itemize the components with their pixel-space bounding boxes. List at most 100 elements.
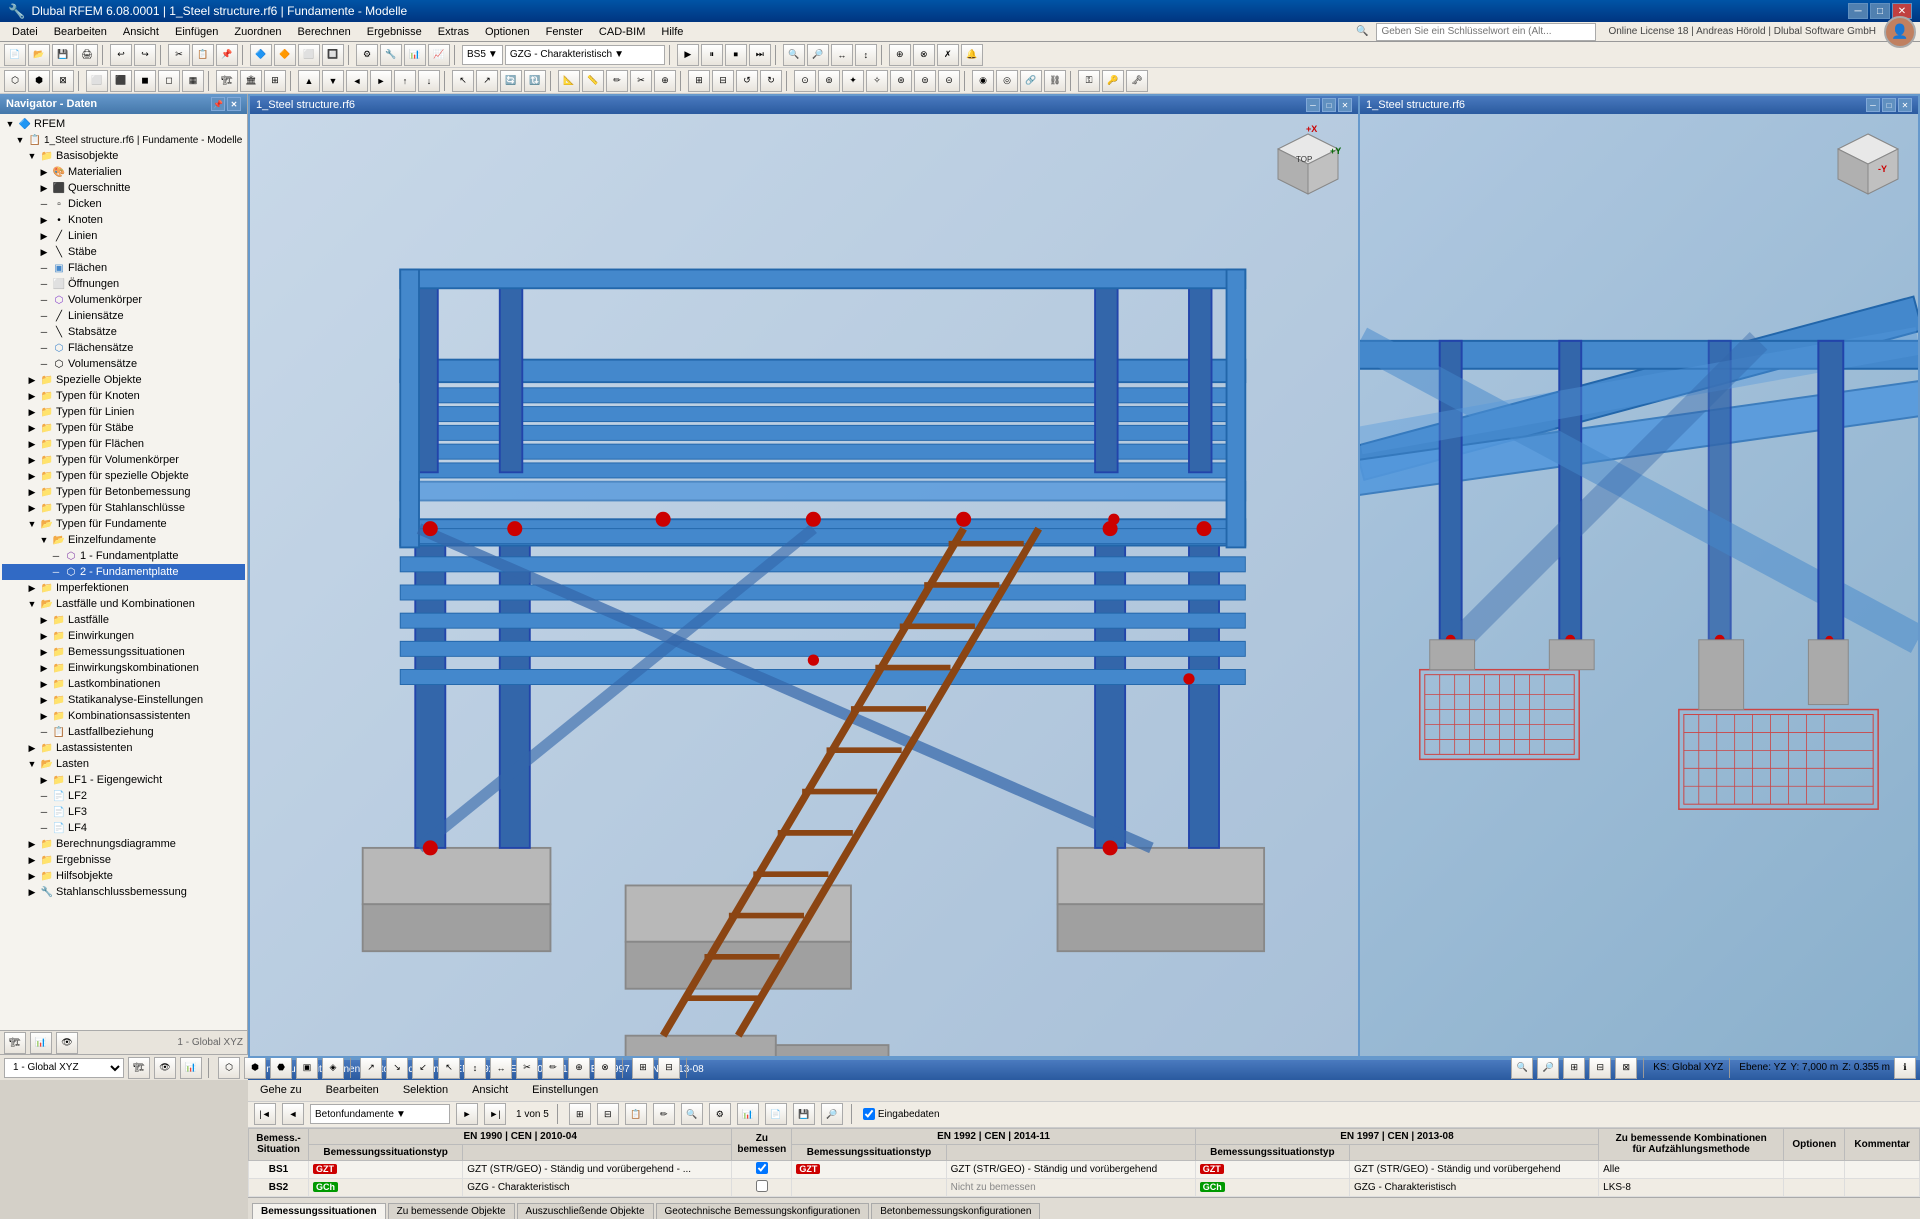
tree-lf3[interactable]: ─ 📄 LF3 <box>2 804 245 820</box>
tree-lf2[interactable]: ─ 📄 LF2 <box>2 788 245 804</box>
menu-berechnen[interactable]: Berechnen <box>290 24 359 40</box>
menu-datei[interactable]: Datei <box>4 24 46 40</box>
menu-optionen[interactable]: Optionen <box>477 24 538 40</box>
tb2-btn-32[interactable]: ⊚ <box>818 70 840 92</box>
status-btn-20[interactable]: ⊟ <box>658 1057 680 1079</box>
bp-tb-7[interactable]: 📊 <box>737 1103 759 1125</box>
status-btn-3[interactable]: 📊 <box>180 1057 202 1079</box>
tree-typen-linien[interactable]: ▶ 📁 Typen für Linien <box>2 404 245 420</box>
bp-betonfund-combo[interactable]: Betonfundamente ▼ <box>310 1104 450 1124</box>
project-toggle[interactable]: ▼ <box>14 134 26 146</box>
tree-fund2[interactable]: ─ ⬡ 2 - Fundamentplatte <box>2 564 245 580</box>
tb2-btn-22[interactable]: 📐 <box>558 70 580 92</box>
tb2-btn-16[interactable]: ↑ <box>394 70 416 92</box>
tb2-btn-34[interactable]: ✧ <box>866 70 888 92</box>
tree-root-rfem[interactable]: ▼ 🔷 RFEM <box>2 116 245 132</box>
bp-menu-gehzu[interactable]: Gehe zu <box>252 1082 310 1098</box>
minimize-button[interactable]: ─ <box>1848 3 1868 19</box>
tb2-btn-24[interactable]: ✏ <box>606 70 628 92</box>
tree-basisobjekte[interactable]: ▼ 📁 Basisobjekte <box>2 148 245 164</box>
tb-extra-4[interactable]: 🔔 <box>961 44 983 66</box>
status-btn-5[interactable]: ⬢ <box>244 1057 266 1079</box>
status-btn-1[interactable]: 🏗 <box>128 1057 150 1079</box>
status-btn-17[interactable]: ⊕ <box>568 1057 590 1079</box>
tb2-btn-3[interactable]: ⊠ <box>52 70 74 92</box>
rfem-toggle[interactable]: ▼ <box>4 118 16 130</box>
bp-nav-prev[interactable]: ◄ <box>282 1103 304 1125</box>
menu-extras[interactable]: Extras <box>430 24 477 40</box>
status-btn-12[interactable]: ↖ <box>438 1057 460 1079</box>
vp-right-min[interactable]: ─ <box>1866 98 1880 112</box>
bp-tb-5[interactable]: 🔍 <box>681 1103 703 1125</box>
checkbox-zu-bem-2[interactable] <box>756 1180 768 1192</box>
status-btn-11[interactable]: ↙ <box>412 1057 434 1079</box>
status-btn-15[interactable]: ✂ <box>516 1057 538 1079</box>
tree-berechndiagr[interactable]: ▶ 📁 Berechnungsdiagramme <box>2 836 245 852</box>
tree-kombass[interactable]: ▶ 📁 Kombinationsassistenten <box>2 708 245 724</box>
td-check-2[interactable] <box>732 1178 792 1196</box>
tb2-btn-30[interactable]: ↻ <box>760 70 782 92</box>
tb2-btn-31[interactable]: ⊙ <box>794 70 816 92</box>
bp-tb-2[interactable]: ⊟ <box>597 1103 619 1125</box>
tb2-btn-37[interactable]: ⊝ <box>938 70 960 92</box>
nav-pin-button[interactable]: 📌 <box>211 97 225 111</box>
tree-oeffnungen[interactable]: ─ ⬜ Öffnungen <box>2 276 245 292</box>
status-btn-8[interactable]: ◈ <box>322 1057 344 1079</box>
print-button[interactable]: 🖨 <box>76 44 98 66</box>
tree-einzelfund[interactable]: ▼ 📂 Einzelfundamente <box>2 532 245 548</box>
status-info-btn[interactable]: ℹ <box>1894 1057 1916 1079</box>
tree-typen-fund[interactable]: ▼ 📂 Typen für Fundamente <box>2 516 245 532</box>
calc-btn-3[interactable]: ⏹ <box>725 44 747 66</box>
tree-lasten[interactable]: ▼ 📂 Lasten <box>2 756 245 772</box>
tb-btn-9[interactable]: 🔧 <box>380 44 402 66</box>
status-btn-7[interactable]: ▣ <box>296 1057 318 1079</box>
tb2-btn-36[interactable]: ⊜ <box>914 70 936 92</box>
menu-ergebnisse[interactable]: Ergebnisse <box>359 24 430 40</box>
vp-right-max[interactable]: □ <box>1882 98 1896 112</box>
tree-typen-beton[interactable]: ▶ 📁 Typen für Betonbemessung <box>2 484 245 500</box>
viewport-right-canvas[interactable]: -Y <box>1360 114 1918 1056</box>
tb2-btn-33[interactable]: ✦ <box>842 70 864 92</box>
tb-extra-2[interactable]: ⊗ <box>913 44 935 66</box>
calc-btn-4[interactable]: ⏭ <box>749 44 771 66</box>
nav-btn-data[interactable]: 📊 <box>30 1032 52 1054</box>
tree-volumensaetze[interactable]: ─ ⬡ Volumensätze <box>2 356 245 372</box>
tb2-btn-10[interactable]: 🏛 <box>240 70 262 92</box>
tb-btn-6[interactable]: ⬜ <box>298 44 320 66</box>
bp-tb-8[interactable]: 📄 <box>765 1103 787 1125</box>
bp-menu-ansicht[interactable]: Ansicht <box>464 1082 516 1098</box>
tb2-btn-11[interactable]: ⊞ <box>264 70 286 92</box>
status-btn-13[interactable]: ↕ <box>464 1057 486 1079</box>
tree-typen-knoten[interactable]: ▶ 📁 Typen für Knoten <box>2 388 245 404</box>
tb2-btn-20[interactable]: 🔄 <box>500 70 522 92</box>
tb2-btn-44[interactable]: 🗝 <box>1126 70 1148 92</box>
bp-menu-selekt[interactable]: Selektion <box>395 1082 456 1098</box>
tb2-btn-15[interactable]: ► <box>370 70 392 92</box>
tree-lf4[interactable]: ─ 📄 LF4 <box>2 820 245 836</box>
status-btn-16[interactable]: ✏ <box>542 1057 564 1079</box>
tree-stahlanschluss[interactable]: ▶ 🔧 Stahlanschlussbemessung <box>2 884 245 900</box>
status-coord-dropdown[interactable]: 1 - Global XYZ <box>4 1058 124 1078</box>
vp-left-min[interactable]: ─ <box>1306 98 1320 112</box>
status-zoom-2[interactable]: 🔎 <box>1537 1057 1559 1079</box>
load-case-dropdown[interactable]: BS5 ▼ <box>462 45 503 65</box>
menu-fenster[interactable]: Fenster <box>538 24 591 40</box>
tree-materialien[interactable]: ▶ 🎨 Materialien <box>2 164 245 180</box>
tb2-btn-26[interactable]: ⊕ <box>654 70 676 92</box>
tab-geotechnische[interactable]: Geotechnische Bemessungskonfigurationen <box>656 1203 870 1219</box>
tb2-btn-42[interactable]: ⚿ <box>1078 70 1100 92</box>
vp-right-close[interactable]: ✕ <box>1898 98 1912 112</box>
view-btn-2[interactable]: 🔎 <box>807 44 829 66</box>
tree-typen-spez[interactable]: ▶ 📁 Typen für spezielle Objekte <box>2 468 245 484</box>
status-btn-14[interactable]: ↔ <box>490 1057 512 1079</box>
nav-cube-right[interactable]: -Y <box>1828 124 1908 204</box>
tb2-btn-12[interactable]: ▲ <box>298 70 320 92</box>
tb2-btn-35[interactable]: ⊛ <box>890 70 912 92</box>
tree-einwirkungen[interactable]: ▶ 📁 Einwirkungen <box>2 628 245 644</box>
nav-btn-model[interactable]: 🏗 <box>4 1032 26 1054</box>
tab-zu-bemessende[interactable]: Zu bemessende Objekte <box>388 1203 515 1219</box>
save-button[interactable]: 💾 <box>52 44 74 66</box>
tab-betonbemessung[interactable]: Betonbemessungskonfigurationen <box>871 1203 1040 1219</box>
tree-liniensaetze[interactable]: ─ ╱ Liniensätze <box>2 308 245 324</box>
menu-bearbeiten[interactable]: Bearbeiten <box>46 24 115 40</box>
